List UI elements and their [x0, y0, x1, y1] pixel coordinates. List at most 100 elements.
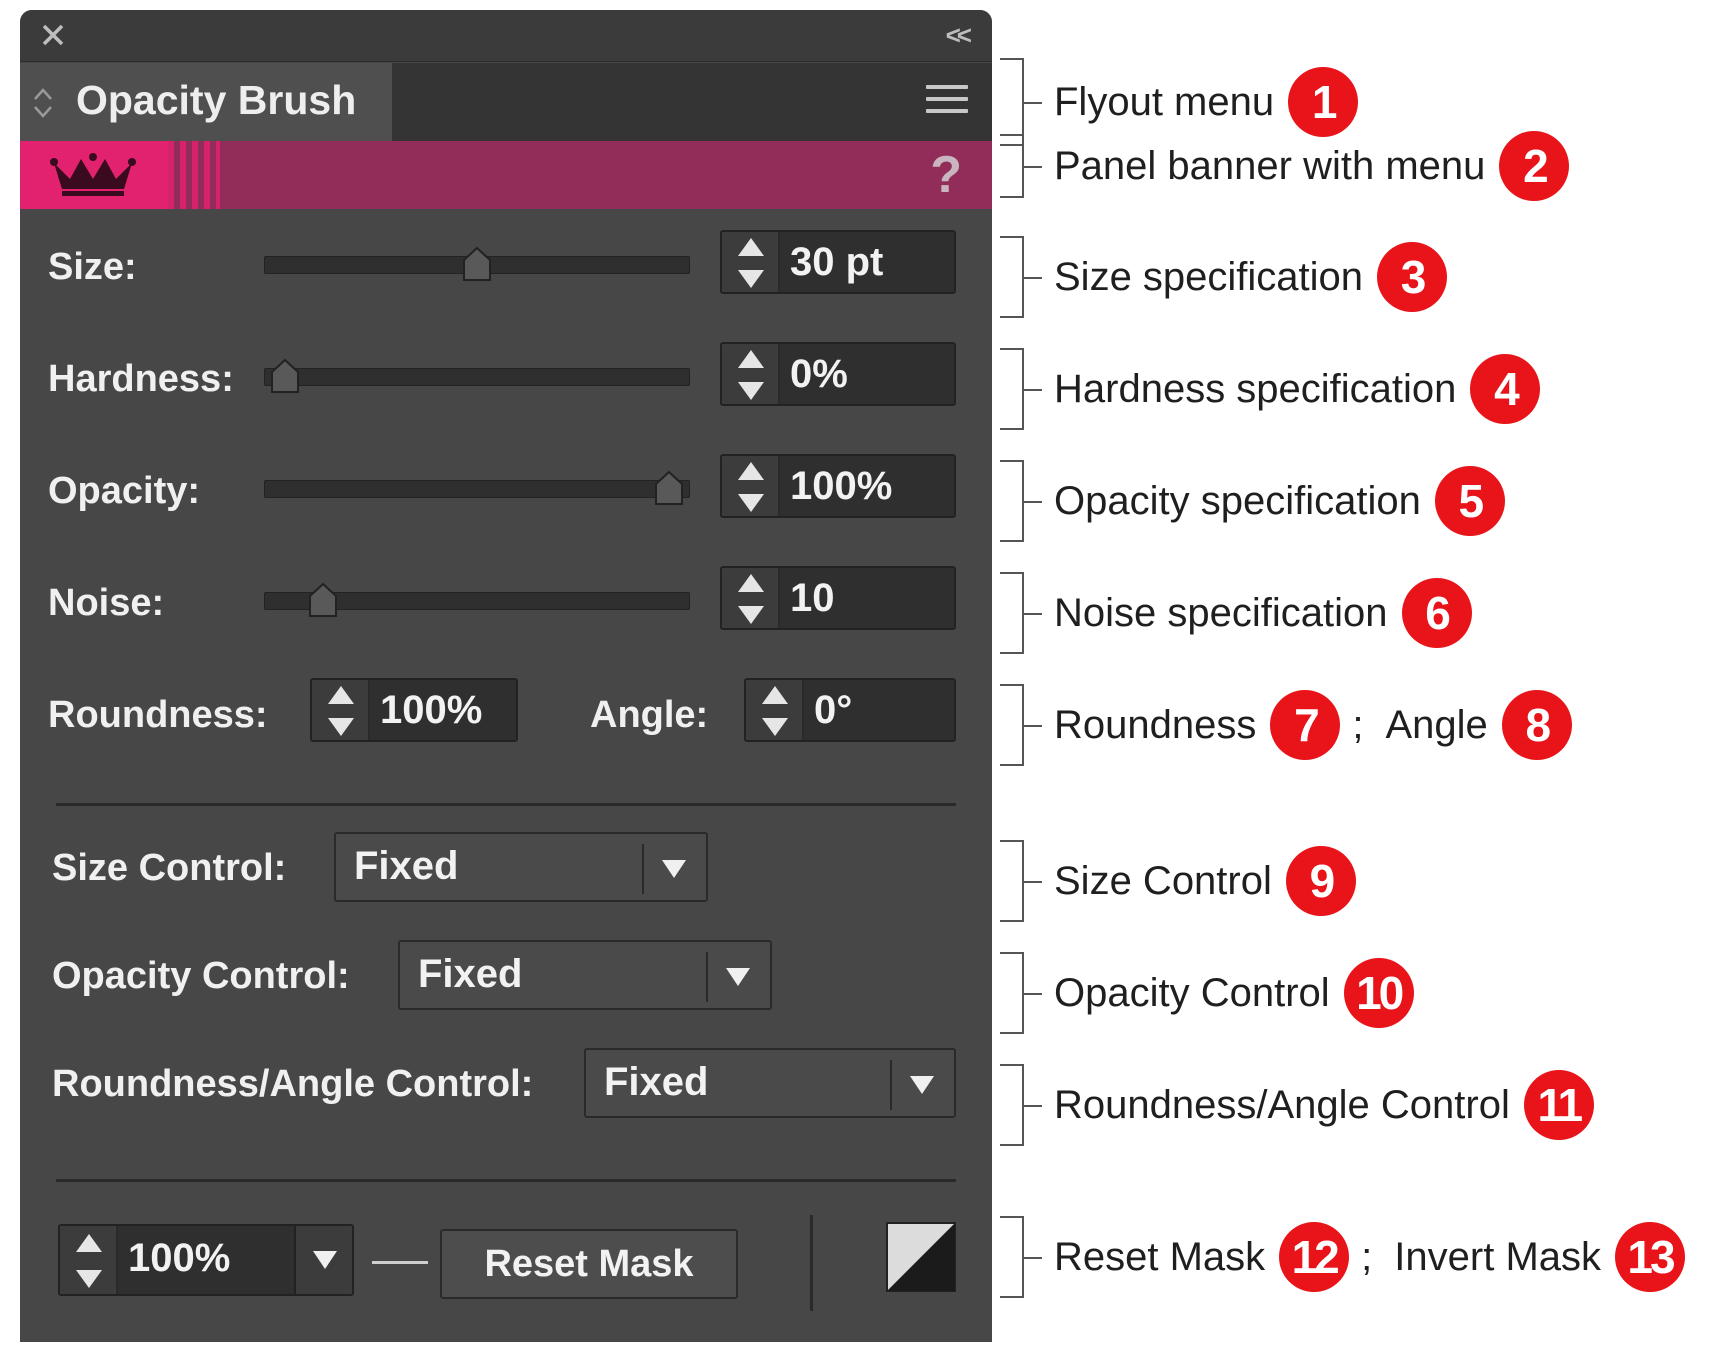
dash-separator: [372, 1261, 428, 1264]
badge-1: 1: [1288, 67, 1359, 137]
dropdown-separator: [642, 844, 644, 894]
mask-opacity-value[interactable]: 100%: [128, 1236, 230, 1281]
tab-opacity-brush[interactable]: Opacity Brush: [20, 63, 392, 141]
vertical-divider: [810, 1215, 813, 1311]
opacity-slider-thumb[interactable]: [654, 470, 684, 506]
crown-icon[interactable]: [50, 151, 136, 197]
badge-11: 11: [1523, 1070, 1594, 1140]
annotation-text: Invert Mask: [1394, 1234, 1602, 1279]
size-label: Size:: [48, 246, 137, 288]
roundness-angle-control-value: Fixed: [604, 1060, 709, 1104]
opacity-control-value: Fixed: [418, 952, 523, 996]
roundness-stepper[interactable]: [312, 680, 370, 740]
opacity-label: Opacity:: [48, 470, 201, 512]
flyout-menu-icon[interactable]: [926, 85, 968, 117]
annotation-separator: ;: [1361, 1234, 1373, 1279]
banner-fade: [168, 141, 220, 209]
hardness-slider-thumb[interactable]: [270, 358, 300, 394]
hardness-field[interactable]: 0%: [720, 342, 956, 406]
hardness-stepper[interactable]: [722, 344, 780, 404]
badge-6: 6: [1401, 578, 1472, 648]
collapse-panel-button[interactable]: <<: [946, 20, 972, 50]
noise-slider[interactable]: [264, 582, 690, 618]
annotation-text: Hardness specification: [1054, 366, 1457, 411]
opacity-control-dropdown[interactable]: Fixed: [398, 940, 772, 1010]
annotation-text: Reset Mask: [1054, 1234, 1266, 1279]
annotation-text: Flyout menu: [1054, 79, 1275, 124]
roundness-angle-control-label: Roundness/Angle Control:: [52, 1063, 534, 1105]
size-control-value: Fixed: [354, 844, 459, 888]
badge-10: 10: [1343, 958, 1414, 1028]
divider: [56, 1179, 956, 1182]
panel-tab-strip: Opacity Brush: [20, 63, 992, 141]
opacity-slider[interactable]: [264, 470, 690, 506]
help-icon[interactable]: ?: [930, 145, 962, 205]
annotation-text: Roundness: [1054, 702, 1257, 747]
annotation-text: Opacity specification: [1054, 478, 1421, 523]
angle-value[interactable]: 0°: [814, 688, 852, 733]
size-value[interactable]: 30 pt: [790, 240, 883, 285]
hardness-label: Hardness:: [48, 358, 234, 400]
annotation-text: Noise specification: [1054, 590, 1388, 635]
noise-value[interactable]: 10: [790, 576, 835, 621]
opacity-stepper[interactable]: [722, 456, 780, 516]
size-control-label: Size Control:: [52, 847, 287, 889]
noise-slider-thumb[interactable]: [308, 582, 338, 618]
roundness-value[interactable]: 100%: [380, 688, 482, 733]
badge-8: 8: [1501, 690, 1572, 760]
panel-title: Opacity Brush: [76, 77, 357, 123]
angle-field[interactable]: 0°: [744, 678, 956, 742]
badge-12: 12: [1279, 1222, 1350, 1292]
badge-13: 13: [1615, 1222, 1686, 1292]
size-slider-thumb[interactable]: [462, 246, 492, 282]
opacity-slider-track: [264, 480, 690, 498]
mask-opacity-stepper[interactable]: [60, 1226, 118, 1294]
noise-stepper[interactable]: [722, 568, 780, 628]
reset-mask-label: Reset Mask: [484, 1243, 694, 1285]
annotation-text: Opacity Control: [1054, 970, 1330, 1015]
angle-stepper[interactable]: [746, 680, 804, 740]
roundness-angle-control-dropdown[interactable]: Fixed: [584, 1048, 956, 1118]
panel-titlebar: <<: [20, 10, 992, 62]
size-slider[interactable]: [264, 246, 690, 282]
close-icon[interactable]: [38, 20, 68, 50]
opacity-field[interactable]: 100%: [720, 454, 956, 518]
hardness-value[interactable]: 0%: [790, 352, 848, 397]
annotation-separator: ;: [1352, 702, 1364, 747]
noise-label: Noise:: [48, 582, 165, 624]
annotation-text: Roundness/Angle Control: [1054, 1082, 1510, 1127]
badge-3: 3: [1377, 242, 1448, 312]
annotation-text: Size Control: [1054, 858, 1272, 903]
size-stepper[interactable]: [722, 232, 780, 292]
mask-opacity-menu-button[interactable]: [294, 1226, 352, 1294]
annotation-text: Angle: [1385, 702, 1488, 747]
hardness-slider[interactable]: [264, 358, 690, 394]
divider: [56, 803, 956, 806]
badge-7: 7: [1270, 690, 1341, 760]
roundness-label: Roundness:: [48, 694, 268, 736]
dropdown-separator: [890, 1060, 892, 1110]
angle-label: Angle:: [590, 694, 709, 736]
dropdown-separator: [706, 952, 708, 1002]
badge-2: 2: [1499, 131, 1570, 201]
chevron-down-icon: [910, 1076, 934, 1094]
size-control-dropdown[interactable]: Fixed: [334, 832, 708, 902]
noise-field[interactable]: 10: [720, 566, 956, 630]
mask-opacity-field[interactable]: 100%: [58, 1224, 354, 1296]
chevron-down-icon: [726, 968, 750, 986]
tab-reorder-icon: [34, 88, 52, 118]
badge-9: 9: [1285, 846, 1356, 916]
opacity-value[interactable]: 100%: [790, 464, 892, 509]
annotation-text: Panel banner with menu: [1054, 143, 1486, 188]
roundness-field[interactable]: 100%: [310, 678, 518, 742]
invert-mask-icon[interactable]: [886, 1222, 956, 1292]
size-field[interactable]: 30 pt: [720, 230, 956, 294]
opacity-control-label: Opacity Control:: [52, 955, 350, 997]
chevron-down-icon: [662, 860, 686, 878]
badge-5: 5: [1434, 466, 1505, 536]
opacity-brush-panel: << Opacity Brush ? Size: 30 pt Hardness:…: [20, 10, 992, 1342]
badge-4: 4: [1470, 354, 1541, 424]
reset-mask-button[interactable]: Reset Mask: [440, 1229, 738, 1299]
chevron-down-icon: [313, 1251, 337, 1269]
annotation-text: Size specification: [1054, 254, 1364, 299]
